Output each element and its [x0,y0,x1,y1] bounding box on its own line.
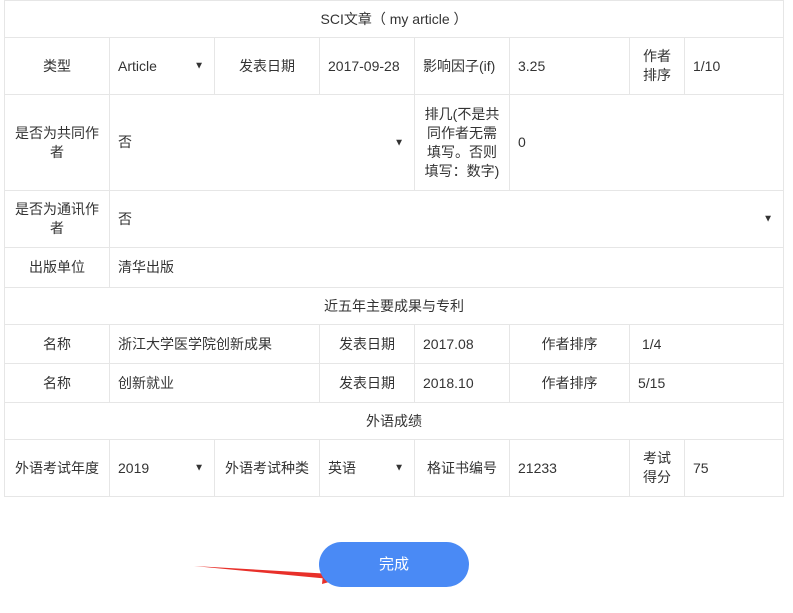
done-button[interactable]: 完成 [319,542,469,587]
certificate-label: 格证书编号 [414,439,510,497]
impact-factor-label: 影响因子(if) [414,37,510,95]
exam-year-select-value: 2019 [118,459,150,476]
language-section-title: 外语成绩 [4,402,784,440]
co-author-select[interactable]: 否 ▼ [109,94,415,191]
impact-factor-field[interactable]: 3.25 [509,37,630,95]
pub-date-label: 发表日期 [214,37,320,95]
publisher-label: 出版单位 [4,247,110,288]
co-author-label: 是否为共同作者 [4,94,110,191]
rank-label: 作者排序 [509,324,630,364]
co-author-select-value: 否 [118,134,132,150]
exam-year-label: 外语考试年度 [4,439,110,497]
chevron-down-icon: ▼ [763,213,774,225]
achievements-table: 近五年主要成果与专利 名称 浙江大学医学院创新成果 发表日期 2017.08 作… [3,287,785,403]
exam-kind-label: 外语考试种类 [214,439,320,497]
table-row: 名称 创新就业 发表日期 2018.10 作者排序 5/15 [4,363,785,403]
author-rank-label: 作者排序 [629,37,685,95]
chevron-down-icon: ▼ [194,462,204,474]
chevron-down-icon: ▼ [394,462,404,474]
form-container: SCI文章（ my article ） 类型 Article ▼ 发表日期 20… [3,0,785,497]
achievements-section-title: 近五年主要成果与专利 [3,287,785,325]
author-rank-field[interactable]: 1/10 [683,37,785,95]
type-label: 类型 [4,37,110,95]
rank-label: 作者排序 [509,363,630,403]
score-field[interactable]: 75 [684,439,784,497]
rank-field[interactable]: 1/4 [628,324,785,364]
sci-article-table: SCI文章（ my article ） 类型 Article ▼ 发表日期 20… [3,0,785,288]
exam-kind-select[interactable]: 英语 ▼ [319,439,415,497]
corresponding-author-select[interactable]: 否 ▼ [108,190,785,248]
date-label: 发表日期 [319,324,415,364]
score-label: 考试得分 [629,439,685,497]
language-table: 外语成绩 外语考试年度 2019 ▼ 外语考试种类 英语 ▼ 格证书编号 212… [4,402,784,497]
certificate-field[interactable]: 21233 [509,439,630,497]
exam-year-select[interactable]: 2019 ▼ [109,439,215,497]
type-select-value: Article [118,57,157,74]
table-row: 名称 浙江大学医学院创新成果 发表日期 2017.08 作者排序 1/4 [4,324,785,364]
corresponding-author-label: 是否为通讯作者 [4,190,110,248]
pub-date-field[interactable]: 2017-09-28 [319,37,415,95]
type-select[interactable]: Article ▼ [109,37,215,95]
name-field[interactable]: 浙江大学医学院创新成果 [109,324,320,364]
name-field[interactable]: 创新就业 [109,363,320,403]
corresponding-author-select-value: 否 [118,210,132,227]
sci-section-title: SCI文章（ my article ） [3,0,785,38]
exam-kind-select-value: 英语 [328,459,356,476]
chevron-down-icon: ▼ [394,137,404,148]
rank-field[interactable]: 0 [508,94,785,191]
chevron-down-icon: ▼ [194,60,204,72]
date-field[interactable]: 2018.10 [414,363,510,403]
rank-note-label: 排几(不是共同作者无需填写。否则填写：数字) [414,94,510,191]
publisher-field[interactable]: 清华出版 [108,247,785,288]
name-label: 名称 [4,324,110,364]
date-field[interactable]: 2017.08 [414,324,510,364]
arrow-shaft [194,566,332,579]
name-label: 名称 [4,363,110,403]
rank-field[interactable]: 5/15 [628,363,785,403]
date-label: 发表日期 [319,363,415,403]
